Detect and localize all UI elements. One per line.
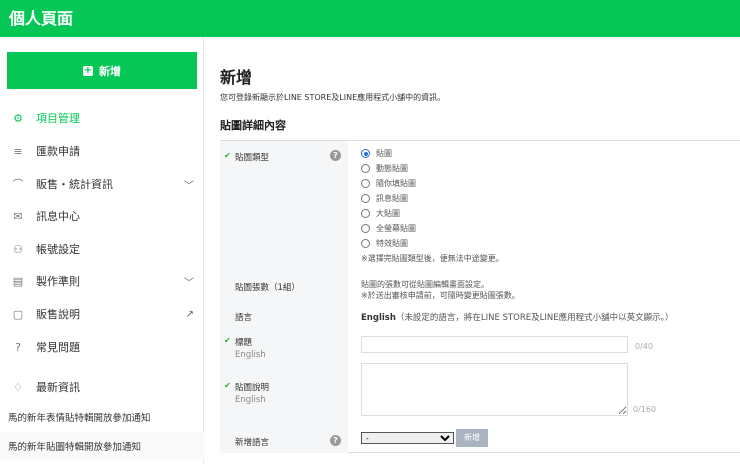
radio-button[interactable] [361, 164, 370, 173]
chevron-down-icon[interactable]: ﹀ [184, 274, 194, 289]
radio-label: 大貼圖 [376, 209, 400, 218]
sidebar-item[interactable]: ♢ 最新資訊 [0, 372, 204, 402]
help-icon[interactable]: ? [330, 435, 341, 446]
title-label: 標題 [235, 338, 253, 348]
sidebar-item[interactable]: ✉ 訊息中心 [0, 201, 204, 231]
title-input[interactable] [361, 336, 628, 353]
chart-icon: ⌒ [12, 178, 24, 191]
radio-label: 特效貼圖 [376, 239, 408, 248]
type-label: 貼圖類型 [235, 153, 270, 163]
page-subtitle: 您可登錄新顯示於LINE STORE及LINE應用程式小舖中的資訊。 [220, 93, 446, 102]
radio-label: 貼圖 [376, 149, 392, 158]
count-line2: ※於送出審核申請前，可隨時變更貼圖張數。 [361, 291, 520, 300]
sidebar-item[interactable]: ≡ 匯款申請 [0, 136, 204, 166]
type-note: ※選擇完貼圖類型後，便無法中途變更。 [361, 254, 504, 263]
title-label-cell: ✔ 標題 English [224, 336, 266, 360]
type-label-cell: ✔ 貼圖類型? [220, 141, 348, 271]
sidebar-item-label: 販售說明 [36, 308, 80, 321]
check-icon: ✔ [224, 151, 231, 160]
radio-button[interactable] [361, 149, 370, 158]
count-label: 貼圖張數（1組） [220, 271, 348, 306]
sidebar-item[interactable]: ▤ 製作準則 ﹀ [0, 266, 204, 296]
desc-counter: 0/160 [633, 405, 657, 414]
database-icon: ≡ [13, 144, 23, 158]
note-icon: ▢ [12, 307, 24, 321]
radio-label: 隨你填貼圖 [376, 179, 416, 188]
sidebar-item[interactable]: ? 常見問題 [0, 332, 204, 362]
sidebar-item-label: 訊息中心 [36, 210, 80, 223]
sidebar-item-label: 帳號設定 [36, 243, 80, 256]
radio-button[interactable] [361, 224, 370, 233]
type-options: 貼圖動態貼圖隨你填貼圖訊息貼圖大貼圖全螢幕貼圖特效貼圖 ※選擇完貼圖類型後，便無… [361, 146, 504, 264]
radio-label: 訊息貼圖 [376, 194, 408, 203]
news-item[interactable]: 馬的新年表情貼特輯開放參加通知 [0, 403, 204, 431]
label-column: 語言 ✔ 標題 English ✔ 貼圖說明 English [220, 306, 348, 428]
sidebar-item-label: 常見問題 [36, 341, 80, 354]
add-language-cell: 新增語言? [220, 428, 348, 453]
sticker-details-form: ✔ 貼圖類型? 貼圖動態貼圖隨你填貼圖訊息貼圖大貼圖全螢幕貼圖特效貼圖 ※選擇完貼… [220, 140, 740, 453]
desc-label: 貼圖說明 [235, 383, 270, 393]
check-icon: ✔ [224, 336, 231, 345]
type-radio[interactable]: 隨你填貼圖 [361, 176, 504, 191]
language-label: 語言 [235, 313, 253, 323]
radio-button[interactable] [361, 239, 370, 248]
type-radio[interactable]: 特效貼圖 [361, 236, 504, 251]
section-heading: 貼圖詳細內容 [220, 119, 286, 132]
count-info: 貼圖的張數可從貼圖編輯畫面設定。 ※於送出審核申請前，可隨時變更貼圖張數。 [361, 279, 520, 301]
sidebar-item[interactable]: ⌒ 販售・統計資訊 ﹀ [0, 169, 204, 199]
sidebar-item-label: 販售・統計資訊 [36, 178, 113, 191]
chevron-down-icon[interactable]: ﹀ [184, 177, 194, 192]
add-language-button[interactable]: 新增 [456, 429, 488, 447]
title-lang: English [235, 350, 266, 360]
check-icon: ✔ [224, 381, 231, 390]
radio-button[interactable] [361, 179, 370, 188]
document-icon: ▤ [12, 274, 24, 288]
new-button[interactable]: + 新增 [7, 52, 197, 89]
desc-label-cell: ✔ 貼圖說明 English [224, 381, 270, 405]
radio-button[interactable] [361, 194, 370, 203]
sidebar-item-label: 項目管理 [36, 112, 80, 125]
radio-label: 全螢幕貼圖 [376, 224, 416, 233]
radio-label: 動態貼圖 [376, 164, 408, 173]
user-icon: ⚇ [13, 242, 23, 256]
sidebar-item[interactable]: ⚙ 項目管理 [0, 103, 204, 133]
page-title: 新增 [220, 68, 253, 87]
add-language-label: 新增語言 [235, 438, 270, 448]
news-item[interactable]: 馬的新年貼圖特輯開放參加通知 [0, 432, 204, 460]
language-name: English [361, 313, 396, 323]
page-header: 個人頁面 [0, 0, 740, 37]
sidebar-item[interactable]: ⚇ 帳號設定 [0, 234, 204, 264]
gear-icon: ⚙ [13, 111, 23, 125]
description-textarea[interactable] [361, 363, 628, 416]
desc-lang: English [235, 395, 266, 405]
mail-icon: ✉ [13, 209, 23, 223]
language-select[interactable]: - [361, 432, 454, 444]
radio-button[interactable] [361, 209, 370, 218]
question-icon: ? [15, 340, 21, 354]
bell-icon: ♢ [13, 380, 23, 394]
title-counter: 0/40 [635, 342, 653, 351]
type-radio[interactable]: 全螢幕貼圖 [361, 221, 504, 236]
language-value: English（未設定的語言，將在LINE STORE及LINE應用程式小舖中以… [361, 311, 673, 323]
external-link-icon[interactable]: ↗ [186, 309, 194, 320]
type-radio[interactable]: 貼圖 [361, 146, 504, 161]
sidebar: + 新增 ⚙ 項目管理 ≡ 匯款申請 ⌒ 販售・統計資訊 ﹀ ✉ 訊息中心 ⚇ 帳號設定 ▤ 製作準則 ﹀ ▢… [0, 37, 204, 464]
sidebar-item-label: 匯款申請 [36, 145, 80, 158]
type-radio[interactable]: 訊息貼圖 [361, 191, 504, 206]
type-radio[interactable]: 動態貼圖 [361, 161, 504, 176]
sidebar-item-label: 製作準則 [36, 275, 80, 288]
sidebar-item[interactable]: ▢ 販售說明 ↗ [0, 299, 204, 329]
new-button-label: 新增 [99, 64, 121, 78]
sidebar-item-label: 最新資訊 [36, 381, 80, 394]
count-line1: 貼圖的張數可從貼圖編輯畫面設定。 [361, 280, 489, 289]
plus-icon: + [83, 64, 93, 76]
language-note: （未設定的語言，將在LINE STORE及LINE應用程式小舖中以英文顯示。） [395, 313, 674, 323]
type-radio[interactable]: 大貼圖 [361, 206, 504, 221]
help-icon[interactable]: ? [330, 150, 341, 161]
